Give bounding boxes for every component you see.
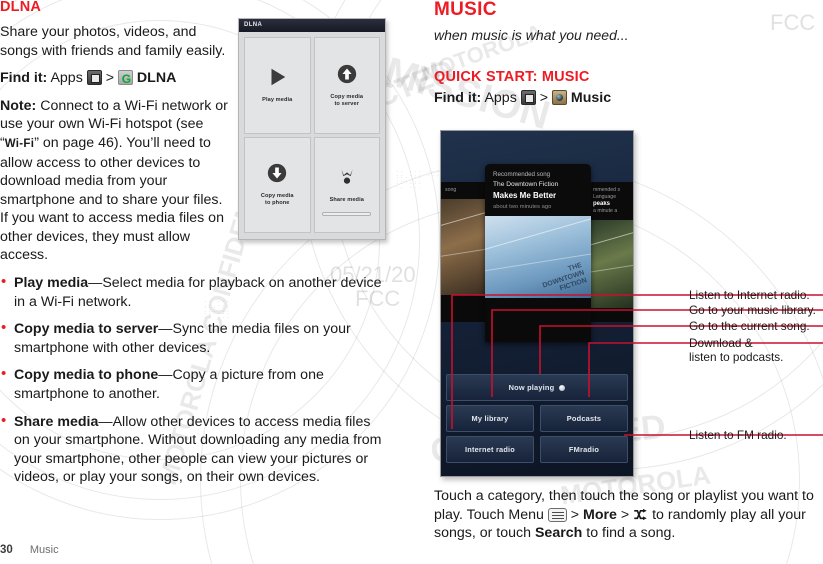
download-arrow-icon <box>268 164 287 183</box>
find-it-label: Find it: <box>434 89 482 106</box>
now-playing-indicator-icon <box>559 384 566 391</box>
album-card-text: mmended s <box>593 187 621 193</box>
internet-radio-label: Internet radio <box>464 445 516 454</box>
callout-fm-radio: Listen to FM radio. <box>689 428 787 442</box>
wifi-term: Wi-Fi <box>4 137 35 150</box>
internet-radio-button[interactable]: Internet radio <box>446 436 534 463</box>
list-item: Copy media to phone—Copy a picture from … <box>0 365 385 403</box>
my-library-label: My library <box>471 414 509 423</box>
dlna-tile-grid: Play media Copy media to server Copy med… <box>244 37 380 233</box>
music-app-icon[interactable] <box>551 89 567 105</box>
play-icon <box>271 69 286 86</box>
dlna-tile-label: Copy media to server <box>330 93 364 107</box>
note-label: Note: <box>0 97 37 114</box>
song-timestamp: about two minutes ago <box>493 204 552 210</box>
closing-text-part3: to find a song. <box>586 525 676 542</box>
footer-section-name: Music <box>29 544 59 556</box>
album-art <box>441 199 485 295</box>
recommended-song-meta: Recommended song The Downtown Fiction Ma… <box>485 164 591 216</box>
album-card-previous[interactable]: song <box>441 182 485 322</box>
dlna-app-icon[interactable] <box>117 70 134 89</box>
callout-internet-radio: Listen to Internet radio. <box>689 288 810 302</box>
album-art-text: THE DOWNTOWN FICTION <box>541 261 588 293</box>
callout-current-song: Go to the current song. <box>689 319 810 333</box>
dlna-note: Note: Connect to a Wi-Fi network or use … <box>0 97 230 265</box>
bullet-term: Play media <box>14 275 89 292</box>
find-it-separator: > <box>539 89 548 106</box>
find-it-target: DLNA <box>136 70 177 87</box>
album-card-text: Language <box>593 194 617 200</box>
page-number: 30 <box>0 544 13 556</box>
recommended-label: Recommended song <box>493 171 551 178</box>
dlna-tile-label: Copy media to phone <box>260 193 294 207</box>
callout-music-library: Go to your music library. <box>689 303 816 317</box>
find-it-apps-text: Apps <box>484 89 517 106</box>
now-playing-button[interactable]: Now playing <box>446 374 628 401</box>
album-card-current[interactable]: Recommended song The Downtown Fiction Ma… <box>485 164 591 342</box>
dlna-device-screenshot: DLNA Play media Copy media to server Cop… <box>238 18 386 240</box>
album-card-meta: song <box>441 182 485 199</box>
dlna-tile-label: Play media <box>262 97 293 104</box>
podcasts-button[interactable]: Podcasts <box>540 405 628 432</box>
list-item: Copy media to server—Sync the media file… <box>0 319 385 357</box>
music-phone-screenshot: song mmended s Language peaks a minute a… <box>440 130 634 477</box>
dlna-tile-share-media[interactable]: Share media <box>313 136 380 233</box>
menu-icon[interactable] <box>547 507 567 522</box>
closing-more-label: More <box>583 506 617 523</box>
music-find-it: Find it: Apps > Music <box>434 89 823 108</box>
dlna-heading: DLNA <box>0 0 42 15</box>
music-closing-paragraph-wrap: Touch a category, then touch the song or… <box>434 487 823 543</box>
dlna-feature-list: Play media—Select media for playback on … <box>0 273 385 487</box>
bullet-term: Copy media to server <box>14 321 159 338</box>
page-footer: 30 Music <box>0 544 59 556</box>
dlna-tile-play-media[interactable]: Play media <box>244 37 311 134</box>
list-item: Play media—Select media for playback on … <box>0 273 385 311</box>
find-it-label: Find it: <box>0 70 48 87</box>
dlna-share-slider[interactable] <box>322 212 372 216</box>
dlna-titlebar: DLNA <box>239 19 385 32</box>
list-item: Share media—Allow other devices to acces… <box>0 412 385 487</box>
fm-radio-button[interactable]: FMradio <box>540 436 628 463</box>
find-it-separator: > <box>105 70 114 87</box>
dlna-tile-copy-to-phone[interactable]: Copy media to phone <box>244 136 311 233</box>
dlna-intro: Share your photos, videos, and songs wit… <box>0 23 226 59</box>
song-artist: The Downtown Fiction <box>493 181 559 188</box>
find-it-target: Music <box>570 89 612 106</box>
upload-arrow-icon <box>337 64 356 83</box>
album-card-meta: mmended s Language peaks a minute a <box>589 182 633 220</box>
album-card-text: song <box>445 187 457 193</box>
album-art: THE DOWNTOWN FICTION <box>485 216 591 298</box>
album-carousel[interactable]: song mmended s Language peaks a minute a… <box>441 156 633 356</box>
music-heading: MUSIC <box>434 0 497 20</box>
album-card-title: peaks <box>593 201 611 207</box>
shuffle-icon[interactable] <box>633 508 648 521</box>
music-category-buttons: Now playing My library Podcasts Internet… <box>446 374 628 470</box>
dlna-find-it: Find it: Apps > DLNA <box>0 69 232 89</box>
music-closing-paragraph: Touch a category, then touch the song or… <box>434 487 823 543</box>
closing-separator-1: > <box>570 506 580 523</box>
my-library-button[interactable]: My library <box>446 405 534 432</box>
manual-page: RESTRICTED MOTOROLA CONFIDENTIAL SUBMISS… <box>0 0 823 564</box>
apps-icon[interactable] <box>86 70 102 86</box>
album-art <box>589 220 633 308</box>
callout-podcasts: Download & listen to podcasts. <box>689 336 784 364</box>
find-it-apps-text: Apps <box>50 70 83 87</box>
note-text-part2: ” on page 46). You’ll need to allow acce… <box>0 134 224 264</box>
music-tagline: when music is what you need... <box>434 26 629 43</box>
album-card-next[interactable]: mmended s Language peaks a minute a <box>589 182 633 322</box>
closing-search-label: Search <box>534 525 583 542</box>
dlna-tile-copy-to-server[interactable]: Copy media to server <box>313 37 380 134</box>
fm-radio-label: FMradio <box>568 445 600 454</box>
quick-start-heading: QUICK START: MUSIC <box>434 68 590 85</box>
song-title: Makes Me Better <box>493 191 557 200</box>
bullet-term: Copy media to phone <box>14 367 159 384</box>
apps-icon[interactable] <box>520 89 536 105</box>
album-card-text: a minute a <box>593 208 618 214</box>
now-playing-label: Now playing <box>508 383 555 392</box>
dlna-tile-label: Share media <box>329 196 364 203</box>
closing-separator-2: > <box>620 506 630 523</box>
podcasts-label: Podcasts <box>566 414 602 423</box>
share-branch-icon <box>341 169 353 184</box>
bullet-term: Share media <box>14 413 99 430</box>
